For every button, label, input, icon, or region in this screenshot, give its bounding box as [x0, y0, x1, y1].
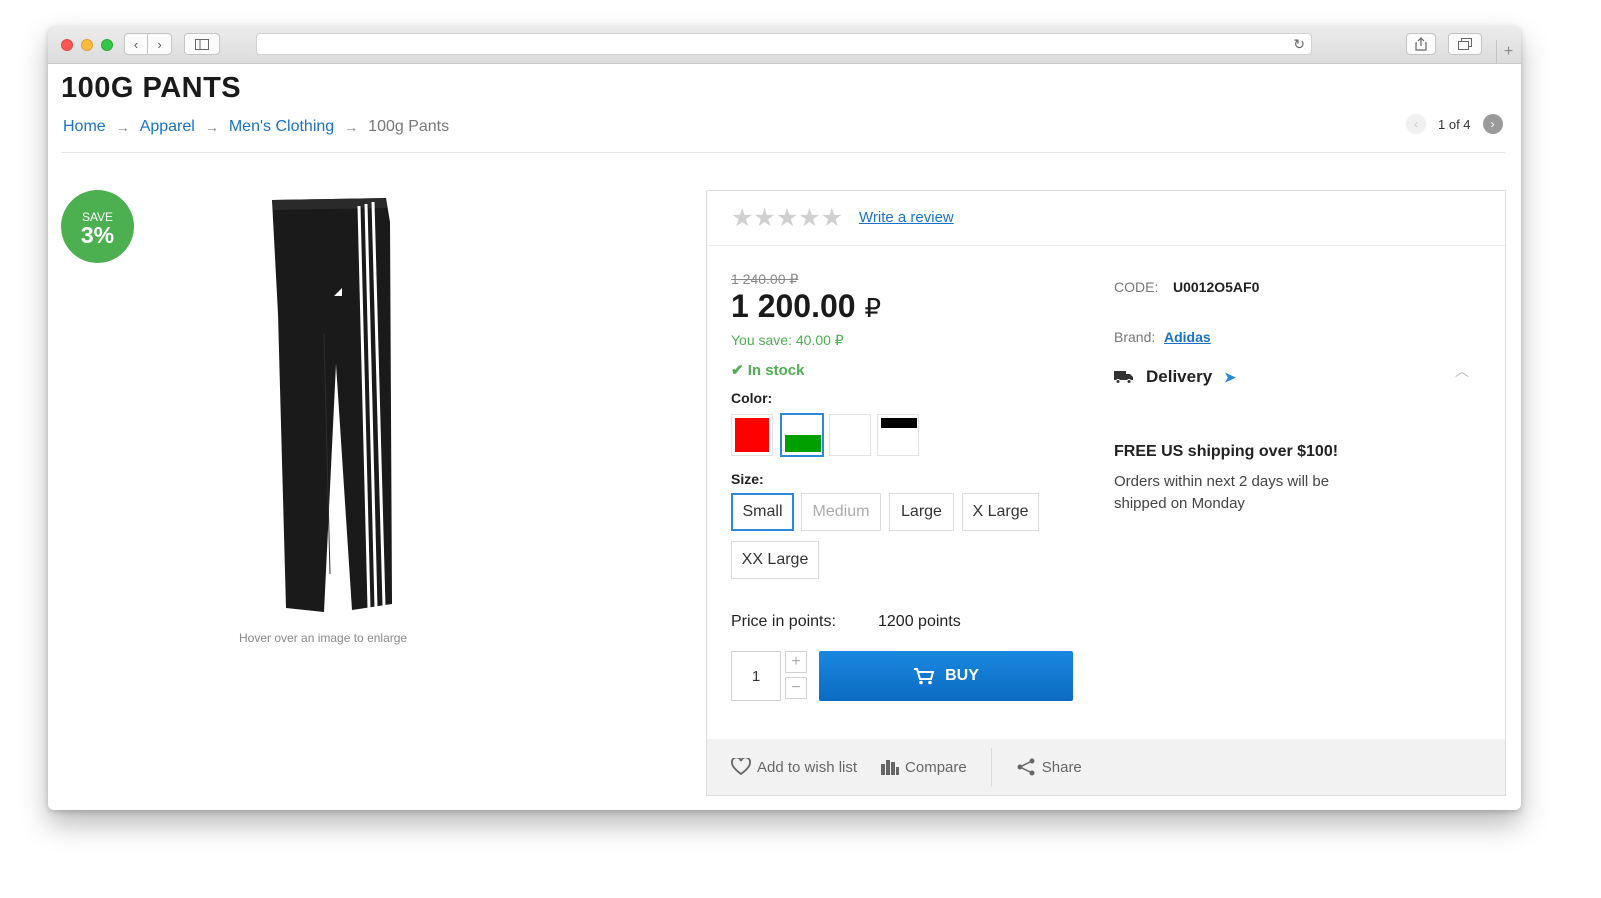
- you-save: You save: 40.00 ₽: [731, 332, 844, 348]
- prev-product-button[interactable]: ‹: [1406, 114, 1426, 134]
- share-nodes-icon: [1017, 758, 1035, 776]
- breadcrumb-current: 100g Pants: [368, 118, 450, 135]
- product-page: 100G PANTS Home → Apparel → Men's Clothi…: [48, 64, 1521, 810]
- size-label: Size:: [731, 471, 764, 487]
- compare-button[interactable]: Compare: [881, 759, 967, 776]
- zoom-window-icon[interactable]: [101, 39, 113, 51]
- product-actions: Add to wish list Compare Share: [707, 739, 1505, 795]
- compare-label: Compare: [905, 758, 967, 776]
- old-price: 1 240.00 ₽: [731, 271, 799, 287]
- stock-label: In stock: [747, 362, 805, 379]
- browser-toolbar: ‹ › ↻ +: [48, 26, 1521, 64]
- quantity-increase-button[interactable]: +: [785, 651, 807, 673]
- product-card: ★★★★★ Write a review 1 240.00 ₽ 1 200.00…: [706, 190, 1506, 796]
- code-label: CODE:: [1114, 279, 1159, 295]
- save-badge-value: 3%: [80, 221, 115, 248]
- pager-count: 1 of 4: [1438, 116, 1471, 132]
- price: 1 200.00 ₽: [731, 288, 881, 325]
- breadcrumb-separator: →: [115, 119, 130, 135]
- shipping-title: FREE US shipping over $100!: [1114, 443, 1339, 460]
- truck-icon: [1114, 371, 1133, 384]
- back-button[interactable]: ‹: [124, 33, 148, 55]
- quantity-decrease-button[interactable]: −: [785, 677, 807, 699]
- color-swatch-black[interactable]: [877, 414, 919, 456]
- color-swatch-green[interactable]: [780, 413, 824, 457]
- plus-icon: +: [791, 653, 801, 670]
- browser-window: ‹ › ↻ + 100G PANTS Home → Apparel → Men'…: [48, 26, 1521, 810]
- size-small[interactable]: Small: [731, 493, 794, 531]
- color-label: Color:: [731, 390, 773, 406]
- delivery-toggle[interactable]: Delivery ➤: [1114, 367, 1236, 387]
- buy-label: BUY: [945, 667, 979, 684]
- plus-icon: +: [1503, 43, 1514, 60]
- breadcrumb-separator: →: [344, 119, 359, 135]
- brand-label: Brand:: [1114, 329, 1156, 345]
- product-pager: ‹ 1 of 4 ›: [1406, 114, 1503, 134]
- header-divider: [61, 152, 1505, 153]
- chevron-left-icon: ‹: [133, 36, 139, 52]
- points-label: Price in points:: [731, 613, 836, 630]
- cart-icon: [914, 668, 935, 685]
- wishlist-label: Add to wish list: [757, 758, 858, 776]
- show-tabs-button[interactable]: [1448, 33, 1482, 55]
- buy-button[interactable]: BUY: [819, 651, 1073, 701]
- quantity-input[interactable]: 1: [731, 651, 781, 701]
- brand-link[interactable]: Adidas: [1164, 329, 1211, 345]
- share-button[interactable]: Share: [1016, 757, 1082, 777]
- check-icon: ✔: [731, 362, 744, 379]
- browser-share-button[interactable]: [1406, 33, 1436, 55]
- add-to-wishlist-button[interactable]: Add to wish list: [731, 758, 857, 776]
- new-tab-button[interactable]: +: [1496, 40, 1520, 64]
- breadcrumb: Home → Apparel → Men's Clothing → 100g P…: [63, 118, 449, 136]
- minus-icon: −: [791, 679, 801, 696]
- footer-divider: [990, 748, 992, 786]
- page-title: 100G PANTS: [61, 72, 242, 104]
- hover-hint: Hover over an image to enlarge: [239, 631, 408, 645]
- color-swatch-red[interactable]: [731, 414, 773, 456]
- sidebar-toggle-button[interactable]: [184, 33, 220, 55]
- code-value: U0012O5AF0: [1173, 279, 1260, 295]
- color-swatch-white[interactable]: [829, 414, 871, 456]
- close-window-icon[interactable]: [61, 39, 73, 51]
- heart-icon: [731, 758, 751, 776]
- size-x-large[interactable]: X Large: [962, 493, 1039, 531]
- next-product-button[interactable]: ›: [1482, 114, 1503, 134]
- size-medium[interactable]: Medium: [801, 493, 881, 531]
- breadcrumb-separator: →: [204, 119, 219, 135]
- size-large[interactable]: Large: [889, 493, 954, 531]
- address-bar[interactable]: ↻: [256, 33, 1312, 55]
- write-review-link[interactable]: Write a review: [859, 209, 954, 226]
- review-header: ★★★★★ Write a review: [707, 191, 1505, 246]
- reload-icon[interactable]: ↻: [1293, 36, 1305, 53]
- size-xx-large[interactable]: XX Large: [731, 541, 819, 579]
- tabs-icon: [1458, 38, 1472, 50]
- sidebar-icon: [195, 38, 209, 50]
- breadcrumb-mens-clothing[interactable]: Men's Clothing: [229, 118, 334, 136]
- chevron-right-icon: ›: [157, 36, 162, 52]
- stock-status: ✔ In stock: [731, 361, 804, 379]
- rating-stars[interactable]: ★★★★★: [731, 203, 843, 233]
- minimize-window-icon[interactable]: [81, 39, 93, 51]
- chevron-up-icon[interactable]: ︿: [1455, 361, 1469, 381]
- points-value: 1200 points: [878, 613, 961, 630]
- save-badge: SAVE 3%: [61, 190, 134, 263]
- share-label: Share: [1041, 758, 1082, 776]
- delivery-label: Delivery: [1146, 367, 1213, 386]
- share-icon: [1415, 37, 1427, 51]
- bar-chart-icon: [881, 760, 900, 775]
- price-currency: ₽: [864, 293, 881, 323]
- breadcrumb-apparel[interactable]: Apparel: [140, 118, 195, 136]
- breadcrumb-home[interactable]: Home: [63, 118, 106, 136]
- forward-button[interactable]: ›: [148, 33, 172, 55]
- shipping-text: Orders within next 2 days will be shippe…: [1114, 473, 1330, 512]
- location-arrow-icon[interactable]: ➤: [1224, 369, 1236, 386]
- price-value: 1 200.00: [731, 288, 856, 324]
- product-image[interactable]: [258, 194, 408, 612]
